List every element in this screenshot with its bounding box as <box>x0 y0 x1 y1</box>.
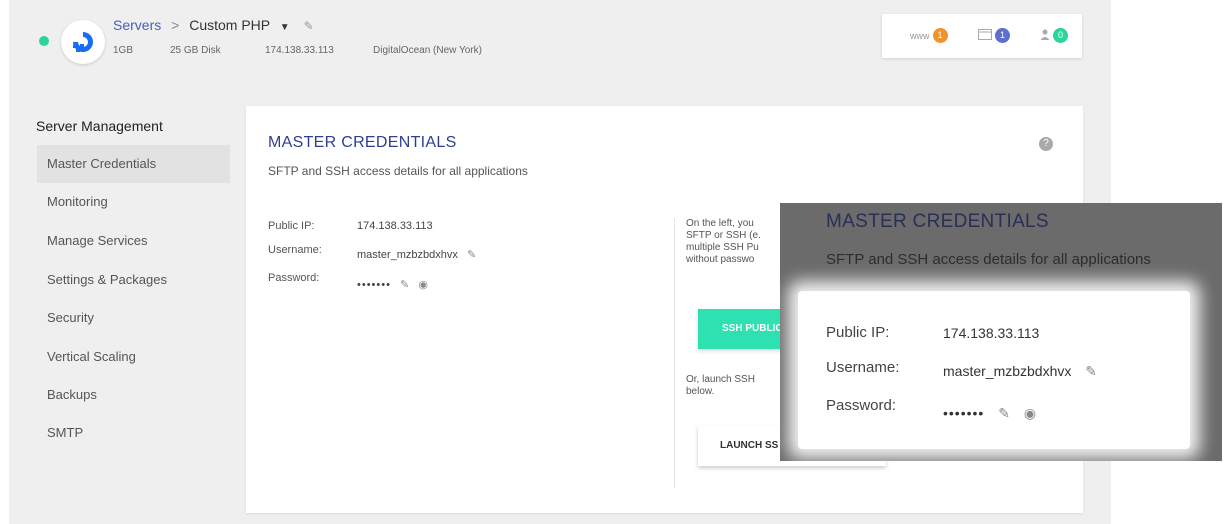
public-ip-label: Public IP: <box>268 220 315 232</box>
top-bar: Servers > Custom PHP ▼ ✎ 1GB 25 GB Disk … <box>9 0 1111 86</box>
sidebar-item-smtp[interactable]: SMTP <box>37 414 230 452</box>
sidebar-item-monitoring[interactable]: Monitoring <box>37 183 230 221</box>
edit-password-icon[interactable]: ✎ <box>400 279 409 291</box>
sidebar-item-settings-packages[interactable]: Settings & Packages <box>37 261 230 299</box>
edit-username-icon[interactable]: ✎ <box>467 249 476 261</box>
server-ip: 174.138.33.113 <box>265 45 334 56</box>
zoom-eye-icon[interactable]: ◉ <box>1024 405 1036 421</box>
help-icon[interactable]: ? <box>1039 137 1053 151</box>
zoom-edit-username-icon[interactable]: ✎ <box>1085 363 1097 379</box>
users-icon <box>1040 29 1050 43</box>
public-ip-value: 174.138.33.113 <box>357 220 433 232</box>
sidebar-item-vertical-scaling[interactable]: Vertical Scaling <box>37 338 230 376</box>
zoom-subtitle: SFTP and SSH access details for all appl… <box>826 251 1151 268</box>
breadcrumb-separator: > <box>171 17 180 33</box>
sidebar-item-manage-services[interactable]: Manage Services <box>37 222 230 260</box>
window-icon <box>978 29 992 42</box>
eye-icon[interactable]: ◉ <box>418 279 428 291</box>
breadcrumb: Servers > Custom PHP ▼ ✎ <box>113 17 314 33</box>
server-name: Custom PHP <box>189 17 270 33</box>
chevron-down-icon[interactable]: ▼ <box>280 22 290 33</box>
www-notification[interactable]: www 1 <box>910 28 948 43</box>
zoomed-credentials-overlay: MASTER CREDENTIALS SFTP and SSH access d… <box>780 203 1222 461</box>
password-label: Password: <box>268 272 320 284</box>
window-count-badge: 1 <box>995 28 1010 43</box>
edit-server-name-icon[interactable]: ✎ <box>304 19 314 33</box>
sidebar-title: Server Management <box>36 118 163 134</box>
card-title: MASTER CREDENTIALS <box>268 134 457 151</box>
sidebar-item-security[interactable]: Security <box>37 299 230 337</box>
zoom-public-ip-label: Public IP: <box>826 324 890 341</box>
www-icon: www <box>910 30 930 41</box>
users-count-badge: 0 <box>1053 28 1068 43</box>
username-row: master_mzbzbdxhvx ✎ <box>357 248 476 261</box>
column-divider <box>674 218 675 488</box>
zoom-username-row: master_mzbzbdxhvx ✎ <box>943 363 1097 380</box>
zoom-username-value: master_mzbzbdxhvx <box>943 363 1072 379</box>
username-label: Username: <box>268 244 322 256</box>
notifications-box: www 1 1 0 <box>882 14 1082 58</box>
zoom-password-row: ••••••• ✎ ◉ <box>943 405 1036 422</box>
server-memory: 1GB <box>113 45 134 56</box>
zoom-edit-password-icon[interactable]: ✎ <box>998 405 1010 421</box>
breadcrumb-servers-link[interactable]: Servers <box>113 17 161 33</box>
server-status-dot <box>39 36 49 46</box>
window-notification[interactable]: 1 <box>978 28 1010 43</box>
zoom-public-ip-value: 174.138.33.113 <box>943 325 1040 341</box>
zoom-credentials-panel: Public IP: 174.138.33.113 Username: mast… <box>798 291 1190 449</box>
server-disk: 25 GB Disk <box>170 45 221 56</box>
username-value: master_mzbzbdxhvx <box>357 249 458 261</box>
server-provider: DigitalOcean (New York) <box>373 45 482 56</box>
password-row: ••••••• ✎ ◉ <box>357 278 428 291</box>
zoom-title: MASTER CREDENTIALS <box>826 211 1049 232</box>
zoom-password-label: Password: <box>826 397 897 414</box>
zoom-username-label: Username: <box>826 359 900 376</box>
sidebar-item-backups[interactable]: Backups <box>37 376 230 414</box>
sidebar-item-master-credentials[interactable]: Master Credentials <box>37 145 230 183</box>
zoom-password-masked: ••••••• <box>943 405 985 421</box>
card-subtitle: SFTP and SSH access details for all appl… <box>268 164 528 178</box>
www-count-badge: 1 <box>932 28 948 43</box>
digitalocean-logo <box>61 20 105 64</box>
password-masked: ••••••• <box>357 279 391 291</box>
users-notification[interactable]: 0 <box>1040 28 1068 43</box>
